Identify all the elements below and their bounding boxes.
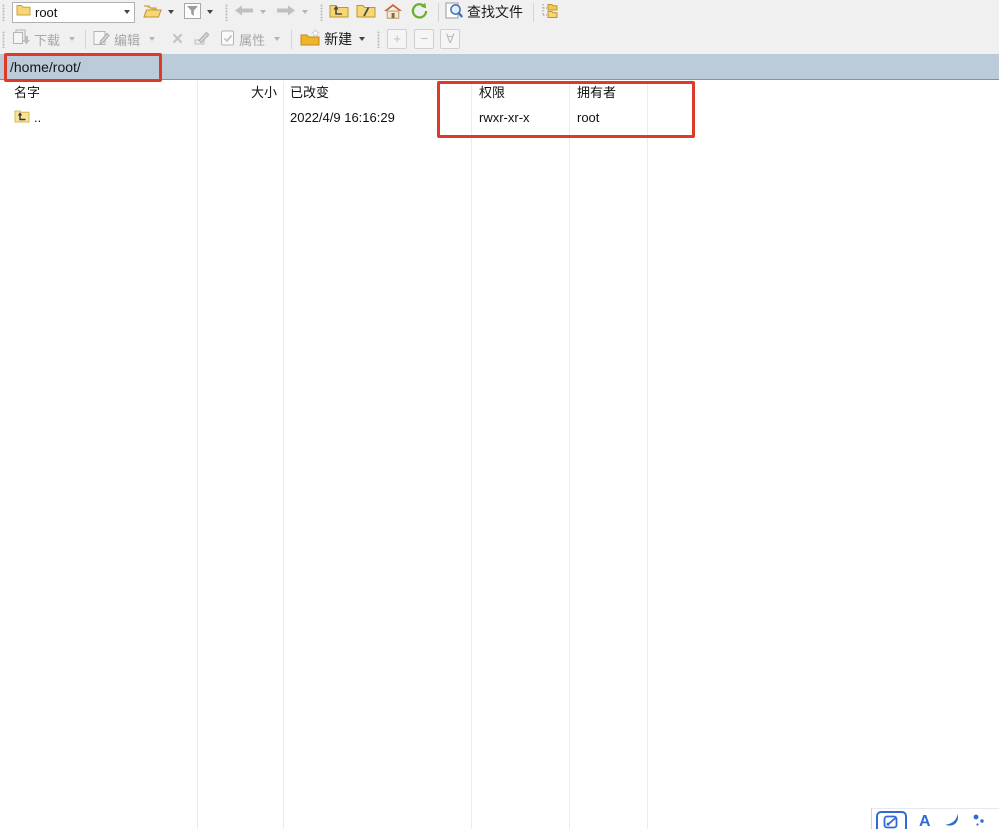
back-history-chevron-icon[interactable]: [260, 10, 266, 14]
column-separator: [647, 81, 648, 829]
filter-button[interactable]: [182, 1, 203, 23]
back-arrow-icon: [234, 4, 254, 20]
directory-combo-value: root: [31, 5, 120, 20]
delete-x-icon: ×: [167, 30, 188, 49]
text-tool-button[interactable]: A: [919, 813, 931, 829]
directory-tree-button[interactable]: [538, 1, 562, 23]
rename-button[interactable]: [192, 28, 214, 50]
file-permissions: rwxr-xr-x: [479, 107, 530, 129]
column-header-owner[interactable]: 拥有者: [577, 81, 616, 105]
new-label: 新建: [324, 29, 352, 49]
forward-button[interactable]: [274, 1, 298, 23]
column-separator: [569, 81, 570, 829]
edit-icon: [93, 30, 111, 49]
parent-directory-icon: [329, 3, 349, 21]
directory-tree-icon: [540, 2, 560, 22]
edit-button[interactable]: 编辑: [91, 28, 145, 50]
path-bar[interactable]: /home/root/: [0, 54, 999, 80]
find-files-button[interactable]: 查找文件: [443, 1, 528, 23]
toolbar-area: root: [0, 0, 999, 54]
download-button[interactable]: 下载: [9, 28, 65, 50]
new-folder-icon: [300, 29, 321, 49]
chevron-down-icon[interactable]: [124, 10, 130, 14]
column-header-name[interactable]: 名字: [14, 81, 40, 105]
new-chevron-icon[interactable]: [359, 37, 365, 41]
forward-history-chevron-icon[interactable]: [302, 10, 308, 14]
column-separator: [283, 81, 284, 829]
select-remove-button[interactable]: −: [414, 29, 434, 49]
filter-chevron-icon[interactable]: [207, 10, 213, 14]
toolbar-separator: [438, 3, 439, 22]
toolbar-separator: [291, 30, 292, 49]
parent-directory-button[interactable]: [327, 1, 351, 23]
directory-combobox[interactable]: root: [12, 2, 135, 23]
open-directory-button[interactable]: [141, 1, 164, 23]
column-header-changed[interactable]: 已改变: [290, 81, 329, 105]
download-icon: [11, 29, 31, 49]
column-header-size[interactable]: 大小: [197, 81, 277, 105]
properties-icon: [220, 30, 236, 49]
column-separator: [471, 81, 472, 829]
back-button[interactable]: [232, 1, 256, 23]
rectangle-tool-button[interactable]: [876, 811, 907, 829]
screenshot-annotation-toolbar: A: [871, 808, 999, 829]
mosaic-tool-button[interactable]: [971, 813, 987, 829]
properties-button[interactable]: 属性: [218, 28, 270, 50]
delete-button[interactable]: ×: [165, 28, 190, 50]
edit-label: 编辑: [114, 30, 140, 49]
root-directory-button[interactable]: [354, 1, 378, 23]
forward-arrow-icon: [276, 4, 296, 20]
toolbar-separator: [85, 30, 86, 49]
file-name: ..: [34, 107, 41, 129]
select-add-button[interactable]: +: [387, 29, 407, 49]
edit-chevron-icon[interactable]: [149, 37, 155, 41]
file-list-panel: 名字 大小 已改变 权限 拥有者 .. 2022/4/9 16:16:29 rw…: [0, 81, 999, 829]
current-path[interactable]: /home/root/: [0, 59, 81, 75]
home-icon: [383, 3, 403, 22]
file-owner: root: [577, 107, 599, 129]
folder-icon: [16, 3, 31, 21]
commands-toolbar: 下载 编辑 ×: [0, 24, 999, 54]
toolbar-grip[interactable]: [225, 4, 229, 21]
download-chevron-icon[interactable]: [69, 37, 75, 41]
find-files-label: 查找文件: [467, 2, 523, 22]
refresh-button[interactable]: [408, 1, 431, 23]
refresh-icon: [410, 2, 429, 22]
find-files-icon: [445, 2, 464, 22]
download-label: 下载: [34, 30, 60, 49]
navigation-toolbar: root: [0, 0, 999, 24]
open-folder-icon: [143, 4, 162, 21]
toolbar-separator: [533, 3, 534, 22]
column-header-permissions[interactable]: 权限: [479, 81, 505, 105]
root-directory-icon: [356, 3, 376, 21]
file-manager-window: root: [0, 0, 999, 829]
toolbar-grip[interactable]: [2, 31, 6, 48]
properties-label: 属性: [239, 30, 265, 49]
file-changed: 2022/4/9 16:16:29: [290, 107, 395, 129]
brush-tool-button[interactable]: [943, 813, 961, 829]
rename-pencil-icon: [194, 30, 212, 48]
properties-chevron-icon[interactable]: [274, 37, 280, 41]
toolbar-grip[interactable]: [320, 4, 324, 21]
open-directory-chevron-icon[interactable]: [168, 10, 174, 14]
filter-funnel-icon: [184, 3, 201, 22]
select-filter-button[interactable]: ∀: [440, 29, 460, 49]
rectangle-pen-icon: [883, 815, 900, 829]
toolbar-grip[interactable]: [2, 4, 6, 21]
parent-folder-icon: [14, 108, 30, 130]
column-separator: [197, 81, 198, 829]
toolbar-grip[interactable]: [377, 31, 381, 48]
home-directory-button[interactable]: [381, 1, 405, 23]
new-button[interactable]: 新建: [298, 28, 371, 50]
